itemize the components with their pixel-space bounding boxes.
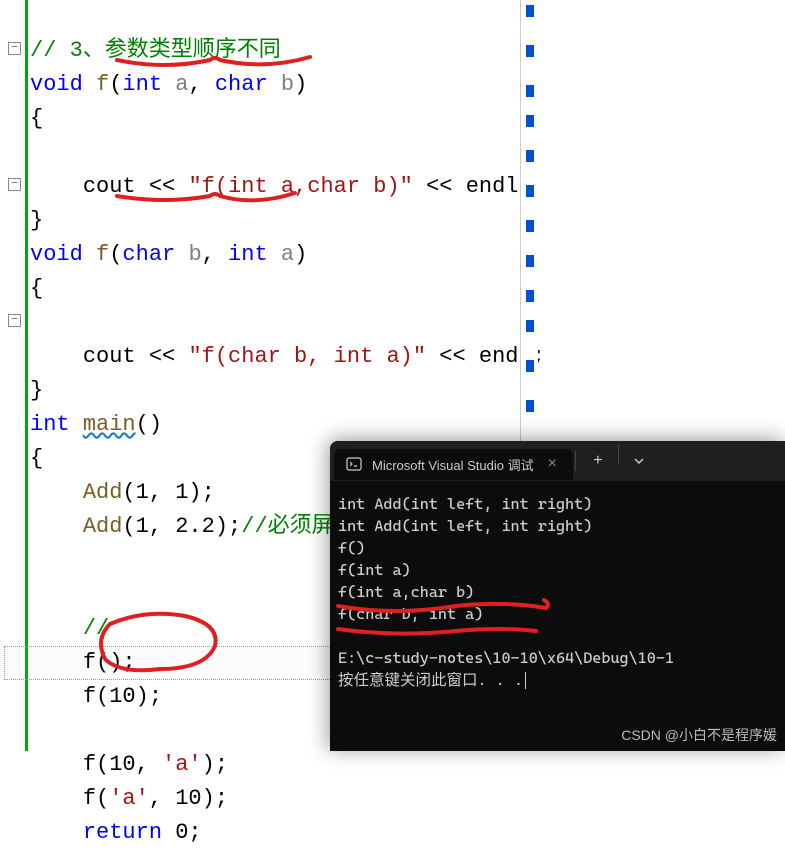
fold-toggle[interactable]: − [8,178,21,191]
call-f: f(); [83,650,136,675]
chevron-down-icon [633,455,645,467]
output-line: f(int a) [338,561,411,579]
keyword-void: void [30,242,83,267]
divider [618,445,619,465]
param-b: b [281,72,294,97]
output-line: f(int a,char b) [338,583,474,601]
string-literal: "f(char b, int a)" [188,344,426,369]
output-line: f() [338,539,365,557]
output-line: int Add(int left, int right) [338,517,592,535]
output-line: f(char b, int a) [338,605,483,623]
change-indicator [25,0,28,751]
fold-toggle[interactable]: − [8,314,21,327]
func-main: main [83,412,136,437]
endl: endl [466,174,519,199]
comment: // 3、参数类型顺序不同 [30,38,281,63]
divider [575,451,576,471]
watermark: CSDN @小白不是程序媛 [621,725,777,745]
cout: cout [83,344,136,369]
terminal-window[interactable]: Microsoft Visual Studio 调试 × + int Add(i… [330,441,785,751]
type-char: char [122,242,175,267]
call-f: f(10); [83,684,162,709]
param-b: b [188,242,201,267]
fold-toggle[interactable]: − [8,42,21,55]
output-line: 按任意键关闭此窗口. . . [338,671,523,689]
terminal-output[interactable]: int Add(int left, int right) int Add(int… [330,481,785,703]
string-literal: "f(int a,char b)" [188,174,412,199]
terminal-titlebar[interactable]: Microsoft Visual Studio 调试 × + [330,441,785,481]
func-add: Add [83,514,123,539]
func-add: Add [83,480,123,505]
func-f: f [96,242,109,267]
close-tab-button[interactable]: × [544,455,561,473]
char-literal: 'a' [162,752,202,777]
keyword-return: return [83,820,162,845]
type-char: char [215,72,268,97]
terminal-icon [346,456,362,472]
keyword-void: void [30,72,83,97]
type-int: int [228,242,268,267]
param-a: a [281,242,294,267]
terminal-title: Microsoft Visual Studio 调试 [372,455,534,474]
terminal-tab[interactable]: Microsoft Visual Studio 调试 × [334,449,573,480]
type-int: int [122,72,162,97]
cursor [525,672,526,689]
char-literal: 'a' [109,786,149,811]
param-a: a [175,72,188,97]
output-line: int Add(int left, int right) [338,495,592,513]
keyword-int: int [30,412,70,437]
new-tab-button[interactable]: + [580,445,616,477]
output-line: E:\c-study-notes\10-10\x64\Debug\10-1 [338,649,674,667]
func-f: f [96,72,109,97]
dropdown-button[interactable] [621,445,657,477]
cout: cout [83,174,136,199]
comment: // [83,616,109,641]
